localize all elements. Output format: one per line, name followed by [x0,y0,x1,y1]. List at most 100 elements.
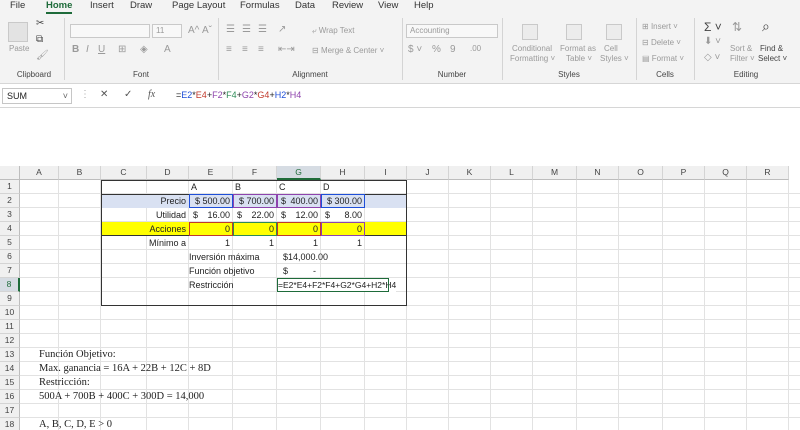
column-header-o[interactable]: O [619,166,663,180]
merge-center-button[interactable]: ⊟ Merge & Center ˅ [312,46,384,55]
cell-styles-button[interactable]: Cell [604,44,618,53]
align-bottom-icon[interactable]: ☰ [258,24,267,35]
bold-icon[interactable]: B [72,44,79,55]
format-cells-button[interactable]: ▤ Format ˅ [642,54,684,63]
format-painter-icon[interactable]: 🖌 [36,50,49,61]
formula-input[interactable]: =E2*E4+F2*F4+G2*G4+H2*H4 [176,90,301,100]
column-header-c[interactable]: C [101,166,147,180]
tab-view[interactable]: View [378,0,398,14]
tab-formulas[interactable]: Formulas [240,0,280,14]
row-header-17[interactable]: 17 [0,404,20,418]
italic-icon[interactable]: I [86,44,89,55]
column-header-p[interactable]: P [663,166,705,180]
note-max-ganancia[interactable]: Max. ganancia = 16A + 22B + 12C + 8D [39,362,211,376]
orientation-icon[interactable]: ↗ [278,24,286,35]
row-header-11[interactable]: 11 [0,320,20,334]
tab-help[interactable]: Help [414,0,434,14]
align-center-icon[interactable]: ≡ [242,44,248,55]
column-header-g[interactable]: G [277,166,321,180]
autosum-icon[interactable]: Σ ˅ [704,20,722,34]
tab-file[interactable]: File [10,0,25,14]
row-header-4[interactable]: 4 [0,222,20,236]
column-header-a[interactable]: A [20,166,59,180]
column-header-n[interactable]: N [577,166,619,180]
row-header-8[interactable]: 8 [0,278,20,292]
select-all-corner[interactable] [0,166,20,180]
copy-icon[interactable]: ⧉ [36,34,43,45]
tab-insert[interactable]: Insert [90,0,114,14]
borders-icon[interactable]: ⊞ [118,44,126,55]
comma-icon[interactable]: 9 [450,44,456,55]
percent-icon[interactable]: % [432,44,441,55]
font-size-dropdown[interactable]: 11 [152,24,182,38]
note-restriccion-equation[interactable]: 500A + 700B + 400C + 300D = 14,000 [39,390,204,404]
format-as-table-button[interactable]: Format as [560,44,596,53]
column-header-b[interactable]: B [59,166,101,180]
note-funcion-objetivo-heading[interactable]: Función Objetivo: [39,348,116,362]
column-header-f[interactable]: F [233,166,277,180]
font-color-icon[interactable]: A [164,44,171,55]
sort-filter-button[interactable]: Sort & [730,44,752,53]
align-left-icon[interactable]: ≡ [226,44,232,55]
name-box-dropdown-icon[interactable]: ˅ [63,89,68,103]
row-header-7[interactable]: 7 [0,264,20,278]
column-header-r[interactable]: R [747,166,789,180]
cancel-icon[interactable]: ✕ [100,89,108,100]
column-header-d[interactable]: D [147,166,189,180]
tab-draw[interactable]: Draw [130,0,152,14]
tab-data[interactable]: Data [295,0,315,14]
tab-review[interactable]: Review [332,0,363,14]
column-header-i[interactable]: I [365,166,407,180]
column-header-h[interactable]: H [321,166,365,180]
tab-page-layout[interactable]: Page Layout [172,0,225,14]
row-header-14[interactable]: 14 [0,362,20,376]
fill-color-icon[interactable]: ◈ [140,44,148,55]
note-restriccion-heading[interactable]: Restricción: [39,376,90,390]
fill-icon[interactable]: ⬇ ˅ [704,36,721,47]
column-header-q[interactable]: Q [705,166,747,180]
note-nonnegativity[interactable]: A, B, C, D, E > 0 [39,418,112,430]
row-header-12[interactable]: 12 [0,334,20,348]
row-header-3[interactable]: 3 [0,208,20,222]
increase-decimal-icon[interactable]: .00 [470,44,481,53]
name-box[interactable]: SUM ˅ [2,88,72,104]
row-header-9[interactable]: 9 [0,292,20,306]
column-header-j[interactable]: J [407,166,449,180]
align-right-icon[interactable]: ≡ [258,44,264,55]
number-format-dropdown[interactable]: Accounting [406,24,498,38]
row-header-18[interactable]: 18 [0,418,20,430]
row-header-16[interactable]: 16 [0,390,20,404]
row-header-1[interactable]: 1 [0,180,20,194]
conditional-formatting-button[interactable]: Conditional [512,44,552,53]
currency-icon[interactable]: $ ˅ [408,44,422,55]
paste-button[interactable]: Paste [9,44,29,53]
font-name-dropdown[interactable] [70,24,150,38]
column-header-m[interactable]: M [533,166,577,180]
find-select-button[interactable]: Find & [760,44,783,53]
column-header-k[interactable]: K [449,166,491,180]
align-middle-icon[interactable]: ☰ [242,24,251,35]
row-header-15[interactable]: 15 [0,376,20,390]
underline-icon[interactable]: U [98,44,105,55]
wrap-text-button[interactable]: ⤶ Wrap Text [312,26,354,36]
worksheet-grid[interactable]: A B C D E F G H I J K L M N O P Q R 1 2 3 4 5 6 7 8 9 10 11 12 13 14 15 1… [0,166,800,430]
cut-icon[interactable]: ✂ [36,18,44,29]
insert-cells-button[interactable]: ⊞ Insert ˅ [642,22,678,31]
tab-home[interactable]: Home [46,0,73,14]
row-header-10[interactable]: 10 [0,306,20,320]
row-header-13[interactable]: 13 [0,348,20,362]
row-header-2[interactable]: 2 [0,194,20,208]
column-header-e[interactable]: E [189,166,233,180]
delete-cells-button[interactable]: ⊟ Delete ˅ [642,38,681,47]
insert-function-icon[interactable]: fx [148,89,155,100]
column-header-l[interactable]: L [491,166,533,180]
align-top-icon[interactable]: ☰ [226,24,235,35]
clear-icon[interactable]: ◇ ˅ [704,52,720,63]
row-header-6[interactable]: 6 [0,250,20,264]
indent-icon[interactable]: ⇤⇥ [278,44,295,55]
paste-icon[interactable] [8,22,28,42]
grow-font-icon[interactable]: A^ [188,25,199,36]
row-header-5[interactable]: 5 [0,236,20,250]
enter-icon[interactable]: ✓ [124,89,132,100]
shrink-font-icon[interactable]: Aˇ [202,25,212,36]
